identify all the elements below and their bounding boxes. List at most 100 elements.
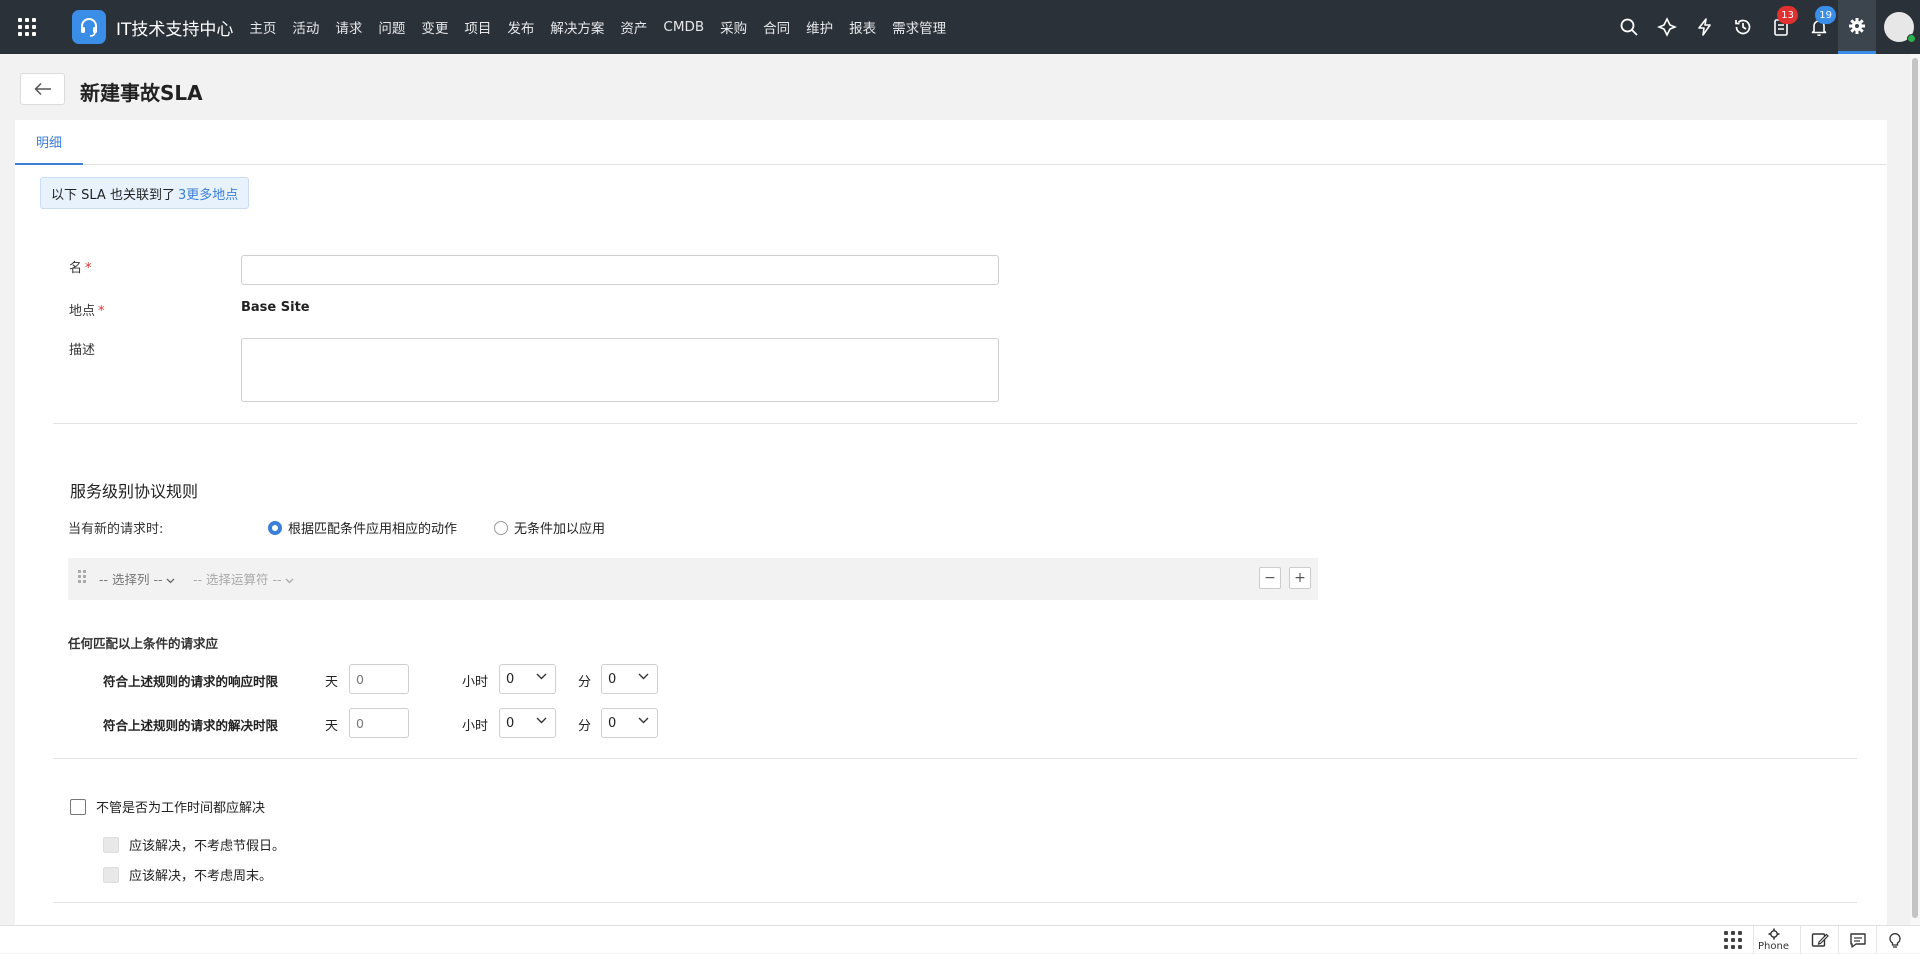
nav-item-assets[interactable]: 资产 [612,17,655,37]
column-select[interactable]: -- 选择列 -- [99,569,175,588]
app-switcher-icon[interactable] [0,0,54,54]
tasks-badge: 13 [1777,6,1798,24]
gear-icon[interactable] [1838,0,1876,54]
nav-item-maintenance[interactable]: 维护 [798,17,841,37]
response-hours-select[interactable]: 0 [499,664,556,694]
gear-icon [1768,928,1779,940]
tab-bar: 明细 [15,120,1887,165]
divider [53,902,1857,903]
days-label: 天 [325,719,339,734]
response-days-input[interactable]: 0 [349,664,409,694]
radio-apply-by-conditions[interactable]: 根据匹配条件应用相应的动作 [268,518,457,537]
minutes-label: 分 [578,719,592,734]
resolution-minutes-value: 0 [608,716,617,731]
checkbox-label: 应该解决，不考虑周末。 [129,869,273,884]
checkbox-disabled [103,836,119,853]
name-field[interactable] [241,255,999,285]
tasks-icon[interactable]: 13 [1762,0,1800,54]
nav-item-demand[interactable]: 需求管理 [884,17,954,37]
radio-button[interactable] [494,520,508,535]
hours-label: 小时 [462,675,489,690]
more-sites-link[interactable]: 3更多地点 [178,184,238,203]
notes-icon[interactable] [1800,926,1838,954]
scrollbar-thumb[interactable] [1912,58,1918,918]
radio-button-selected[interactable] [268,520,282,535]
sla-rules-title: 服务级别协议规则 [70,482,199,501]
operator-select[interactable]: -- 选择运算符 -- [193,569,294,588]
nav-item-solutions[interactable]: 解决方案 [542,17,612,37]
phone-label: Phone [1758,940,1789,952]
checkbox-label: 不管是否为工作时间都应解决 [96,801,266,816]
chevron-down-icon [638,673,649,680]
radio-apply-unconditionally[interactable]: 无条件加以应用 [494,518,605,537]
description-label: 描述 [69,343,96,358]
nav-item-purchase[interactable]: 采购 [712,17,755,37]
drag-handle-icon[interactable] [78,570,86,583]
nav-item-requests[interactable]: 请求 [327,17,370,37]
divider [53,423,1857,424]
chevron-down-icon [536,673,547,680]
required-mark: * [85,261,92,276]
checkbox[interactable] [70,798,86,815]
site-label: 地点 * [69,300,105,319]
nav-item-reports[interactable]: 报表 [841,17,884,37]
site-value: Base Site [241,300,310,315]
resolution-hours-value: 0 [506,716,515,731]
resolution-time-label: 符合上述规则的请求的解决时限 [103,718,279,733]
nav-item-problems[interactable]: 问题 [370,17,413,37]
top-navigation-bar: IT技术支持中心 主页 活动 请求 问题 变更 项目 发布 解决方案 资产 CM… [0,0,1920,54]
arrow-left-icon [33,82,51,96]
chat-icon[interactable] [1838,926,1876,954]
minutes-label: 分 [578,675,592,690]
sla-form-card: 明细 以下 SLA 也关联到了 3更多地点 名 * 地点 * Base Site 描… [15,120,1887,953]
ignore-holidays-option: 应该解决，不考虑节假日。 [103,835,285,854]
checkbox-label: 应该解决，不考虑节假日。 [129,839,286,854]
dialpad-icon[interactable] [1713,926,1753,954]
response-minutes-value: 0 [608,672,617,687]
history-icon[interactable] [1724,0,1762,54]
bell-icon[interactable]: 19 [1800,0,1838,54]
page-scrollbar[interactable] [1910,54,1920,925]
when-new-request-label: 当有新的请求时: [68,522,164,537]
site-label-text: 地点 [69,304,96,319]
nav-item-cmdb[interactable]: CMDB [655,19,712,35]
chevron-down-icon [638,717,649,724]
description-field[interactable] [241,338,999,402]
name-label-text: 名 [69,261,83,276]
ignore-weekends-option: 应该解决，不考虑周末。 [103,865,272,884]
operator-select-label: -- 选择运算符 -- [193,572,282,587]
back-button[interactable] [20,73,65,105]
nav-item-projects[interactable]: 项目 [456,17,499,37]
match-label: 任何匹配以上条件的请求应 [68,636,219,651]
remove-condition-button[interactable]: − [1259,567,1281,589]
nav-item-activity[interactable]: 活动 [284,17,327,37]
nav-item-home[interactable]: 主页 [241,17,284,37]
response-hours-value: 0 [506,672,515,687]
quick-create-icon[interactable] [1648,0,1686,54]
days-label: 天 [325,675,339,690]
lightning-icon[interactable] [1686,0,1724,54]
tab-details[interactable]: 明细 [15,120,83,165]
user-avatar[interactable] [1884,12,1916,43]
toolbar-icons: 13 19 [1610,0,1920,54]
checkbox-disabled [103,866,119,883]
resolution-days-input[interactable]: 0 [349,708,409,738]
resolution-hours-select[interactable]: 0 [499,708,556,738]
response-minutes-select[interactable]: 0 [601,664,658,694]
add-condition-button[interactable]: + [1289,567,1311,589]
chevron-down-icon [167,578,175,584]
lightbulb-icon[interactable] [1876,926,1912,954]
divider [53,758,1857,759]
resolution-minutes-select[interactable]: 0 [601,708,658,738]
page-title: 新建事故SLA [80,81,203,105]
nav-item-releases[interactable]: 发布 [499,17,542,37]
search-icon[interactable] [1610,0,1648,54]
phone-button[interactable]: Phone [1753,926,1793,954]
linked-sites-notice: 以下 SLA 也关联到了 3更多地点 [40,177,250,209]
radio-label: 根据匹配条件应用相应的动作 [288,522,458,537]
ignore-business-hours-option[interactable]: 不管是否为工作时间都应解决 [70,797,265,816]
nav-item-changes[interactable]: 变更 [413,17,456,37]
radio-label: 无条件加以应用 [514,522,606,537]
nav-item-contracts[interactable]: 合同 [755,17,798,37]
condition-row: -- 选择列 -- -- 选择运算符 -- − + [68,558,1318,600]
